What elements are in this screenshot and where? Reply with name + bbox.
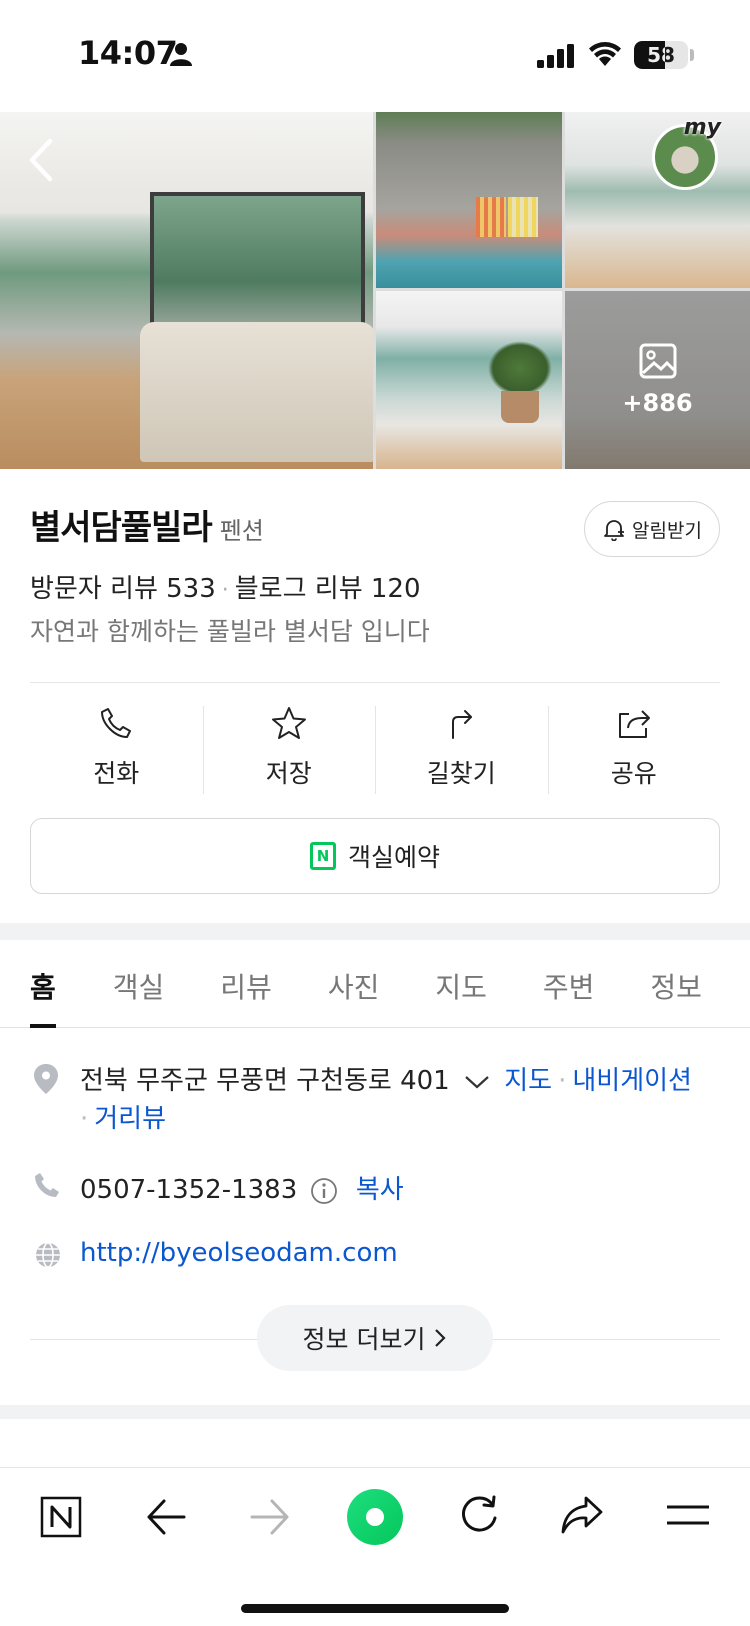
share-action[interactable]: 공유 [547, 706, 721, 794]
naver-home-icon[interactable] [40, 1496, 82, 1538]
street-view-link[interactable]: 거리뷰 [94, 1104, 166, 1134]
more-photos-tile[interactable]: +886 [565, 291, 750, 469]
divider [30, 682, 720, 683]
photo-gallery: +886 my [0, 112, 750, 469]
directions-action-label: 길찾기 [426, 759, 496, 788]
battery-indicator: 58 [634, 41, 688, 69]
bell-plus-icon [604, 520, 625, 541]
chevron-right-icon [435, 1329, 447, 1347]
phone-icon [35, 1173, 59, 1197]
more-info-button[interactable]: 정보 더보기 [257, 1305, 493, 1371]
naver-booking-icon: N [309, 842, 336, 870]
share-action-label: 공유 [610, 759, 657, 788]
my-profile-badge[interactable]: my [652, 115, 721, 190]
separator-dot: · [221, 578, 229, 603]
phone-number[interactable]: 0507-1352-1383 [80, 1175, 297, 1205]
my-badge-label: my [683, 115, 721, 140]
status-time: 14:07 [78, 34, 178, 72]
address-text: 전북 무주군 무풍면 구천동로 401 [80, 1066, 450, 1096]
action-row: 전화 저장 길찾기 공유 [30, 706, 720, 794]
place-name: 별서담풀빌라 [30, 508, 213, 548]
directions-action[interactable]: 길찾기 [375, 706, 548, 794]
battery-cap [690, 49, 694, 61]
person-icon [170, 43, 192, 66]
more-photos-count: +886 [622, 389, 693, 417]
forward-arrow-icon[interactable] [250, 1498, 290, 1536]
tab-nearby[interactable]: 주변 [543, 940, 595, 1027]
tab-rooms[interactable]: 객실 [113, 940, 165, 1027]
green-dot-icon[interactable] [346, 1488, 404, 1546]
battery-percent: 58 [647, 43, 675, 67]
alarm-button-label: 알림받기 [632, 519, 702, 542]
reservation-label: 객실예약 [347, 843, 440, 872]
globe-icon [36, 1242, 60, 1268]
home-indicator [241, 1604, 509, 1613]
star-icon [271, 707, 306, 739]
call-action[interactable]: 전화 [30, 706, 203, 794]
section-spacer [0, 1405, 750, 1419]
review-summary: 방문자 리뷰 533 · 블로그 리뷰 120 [30, 568, 421, 605]
tab-home[interactable]: 홈 [30, 940, 56, 1028]
cellular-signal-icon [537, 44, 574, 68]
website-link[interactable]: http://byeolseodam.com [80, 1238, 398, 1268]
tab-info[interactable]: 정보 [650, 940, 702, 1027]
save-action-label: 저장 [265, 759, 312, 788]
separator-dot: · [80, 1104, 89, 1134]
place-category: 펜션 [219, 517, 264, 545]
pool-photo[interactable] [376, 112, 562, 288]
menu-icon[interactable] [667, 1504, 709, 1526]
share-icon [618, 710, 650, 738]
alarm-subscribe-button[interactable]: 알림받기 [584, 501, 720, 557]
wifi-icon [589, 42, 621, 66]
back-arrow-icon[interactable] [146, 1498, 186, 1536]
phone-icon [101, 708, 132, 738]
blog-reviews-link[interactable]: 블로그 리뷰 120 [235, 574, 421, 604]
tab-photos[interactable]: 사진 [328, 940, 380, 1027]
navigation-link[interactable]: 내비게이션 [572, 1066, 692, 1096]
save-action[interactable]: 저장 [202, 706, 376, 794]
directions-icon [452, 710, 473, 739]
room-reservation-button[interactable]: N 객실예약 [30, 818, 720, 894]
place-title-row: 별서담풀빌라 펜션 [30, 500, 264, 549]
separator-dot: · [558, 1066, 567, 1096]
map-link[interactable]: 지도 [504, 1066, 552, 1096]
share-arrow-icon[interactable] [560, 1494, 604, 1536]
tab-reviews[interactable]: 리뷰 [220, 940, 272, 1027]
visitor-reviews-link[interactable]: 방문자 리뷰 533 [30, 574, 216, 604]
chevron-down-icon[interactable] [464, 1074, 490, 1090]
place-description: 자연과 함께하는 풀빌라 별서담 입니다 [30, 617, 430, 646]
address-row: 전북 무주군 무풍면 구천동로 401 지도 · 내비게이션 · 거리뷰 [80, 1062, 710, 1138]
location-pin-icon [34, 1064, 58, 1094]
tab-map[interactable]: 지도 [435, 940, 487, 1027]
section-spacer [0, 923, 750, 940]
image-icon [639, 343, 677, 379]
tab-bar: 홈 객실 리뷰 사진 지도 주변 정보 [0, 940, 750, 1028]
copy-link[interactable]: 복사 [356, 1175, 404, 1205]
back-chevron-icon[interactable] [26, 138, 56, 182]
info-circle-icon[interactable] [310, 1177, 338, 1205]
browser-toolbar [0, 1467, 750, 1626]
call-action-label: 전화 [93, 759, 140, 788]
more-info-label: 정보 더보기 [302, 1325, 426, 1354]
status-bar: 14:07 58 [0, 0, 750, 112]
refresh-icon[interactable] [458, 1494, 500, 1536]
plant-photo[interactable] [376, 291, 562, 469]
phone-row: 0507-1352-1383 복사 [80, 1169, 404, 1206]
